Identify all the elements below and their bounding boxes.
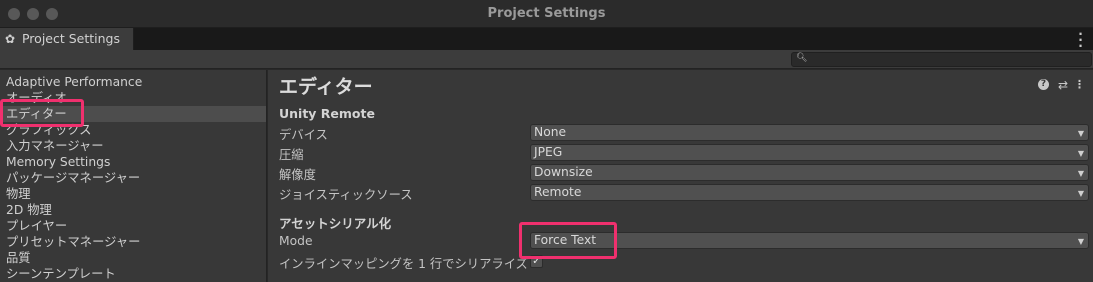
tab-strip: ✿ Project Settings · · · — [0, 28, 1093, 52]
preset-icon[interactable]: ⇄ — [1058, 79, 1068, 91]
search-icon: 🔍︎ — [796, 53, 808, 63]
highlight-mode-force-text — [519, 222, 617, 259]
sidebar-item-adaptive-performance[interactable]: Adaptive Performance — [0, 74, 266, 90]
search-input[interactable]: 🔍︎ — [791, 52, 1092, 67]
resolution-value: Downsize — [534, 165, 593, 179]
device-dropdown[interactable]: None ▼ — [530, 124, 1089, 141]
sidebar-item-preset-manager[interactable]: プリセットマネージャー — [0, 234, 266, 250]
more-icon[interactable]: ⋮ — [1074, 79, 1085, 91]
sidebar-item-player[interactable]: プレイヤー — [0, 218, 266, 234]
mode-label: Mode — [279, 234, 313, 248]
page-title: エディター — [279, 76, 373, 98]
window-title: Project Settings — [487, 6, 606, 21]
sidebar-item-physics-2d[interactable]: 2D 物理 — [0, 202, 266, 218]
sidebar-item-physics[interactable]: 物理 — [0, 186, 266, 202]
sidebar-item-input-manager[interactable]: 入力マネージャー — [0, 138, 266, 154]
chevron-down-icon: ▼ — [1077, 169, 1084, 178]
highlight-sidebar-editor — [0, 99, 84, 127]
asset-serialization-heading: アセットシリアル化 — [279, 216, 392, 231]
compression-label: 圧縮 — [279, 148, 304, 162]
tab-menu-icon[interactable]: · · · — [1077, 28, 1083, 52]
toolbar: 🔍︎ — [0, 50, 1093, 69]
chevron-down-icon: ▼ — [1077, 237, 1084, 246]
help-icon[interactable]: ? — [1038, 79, 1049, 90]
sidebar-item-memory-settings[interactable]: Memory Settings — [0, 154, 266, 170]
resolution-label: 解像度 — [279, 168, 316, 182]
inline-serialization-label: インラインマッピングを 1 行でシリアライズ — [279, 257, 528, 271]
window-title-bar: Project Settings — [0, 0, 1093, 28]
device-label: デバイス — [279, 128, 328, 142]
unity-remote-heading: Unity Remote — [279, 106, 375, 121]
joystick-source-value: Remote — [534, 185, 582, 199]
chevron-down-icon: ▼ — [1077, 129, 1084, 138]
resolution-dropdown[interactable]: Downsize ▼ — [530, 164, 1089, 181]
chevron-down-icon: ▼ — [1077, 189, 1084, 198]
device-value: None — [534, 125, 567, 139]
joystick-source-label: ジョイスティックソース — [279, 188, 413, 202]
sidebar-item-quality[interactable]: 品質 — [0, 250, 266, 266]
tab-project-settings[interactable]: ✿ Project Settings — [0, 28, 134, 50]
sidebar-item-scene-template[interactable]: シーンテンプレート — [0, 266, 266, 282]
sidebar-item-package-manager[interactable]: パッケージマネージャー — [0, 170, 266, 186]
compression-value: JPEG — [534, 145, 563, 159]
gear-icon: ✿ — [5, 32, 16, 46]
tab-label: Project Settings — [21, 31, 120, 46]
compression-dropdown[interactable]: JPEG ▼ — [530, 144, 1089, 161]
chevron-down-icon: ▼ — [1077, 149, 1084, 158]
joystick-source-dropdown[interactable]: Remote ▼ — [530, 184, 1089, 201]
editor-settings-panel: エディター ? ⇄ ⋮ Unity Remote デバイス None ▼ 圧縮 … — [268, 70, 1093, 282]
